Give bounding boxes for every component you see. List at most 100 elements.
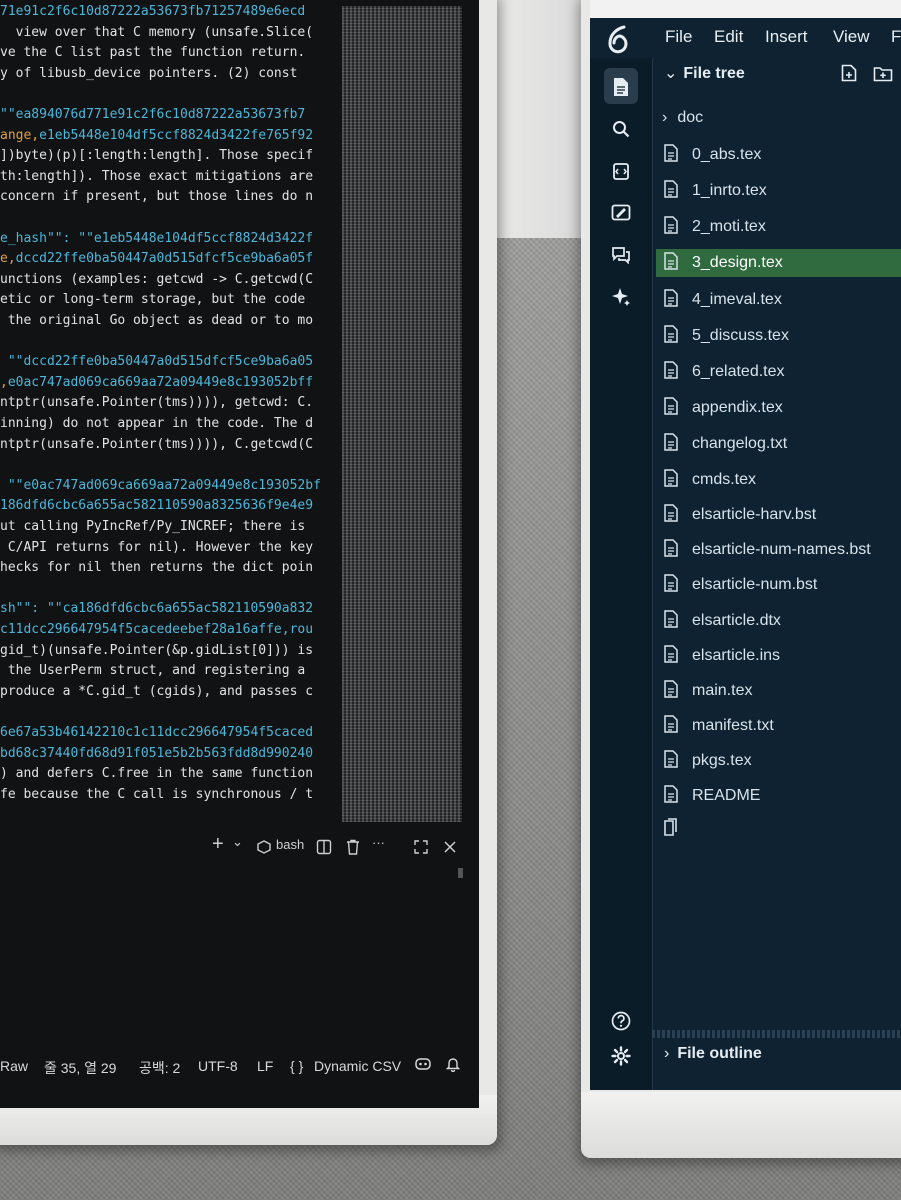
new-terminal-button[interactable]: +	[212, 833, 224, 856]
file-item-label: pkgs.tex	[692, 752, 752, 769]
file-item[interactable]: elsarticle.ins	[656, 642, 901, 670]
code-line: the original Go object as dead or to mo	[0, 311, 313, 331]
new-folder-icon[interactable]	[873, 66, 893, 87]
ai-sparkle-icon[interactable]	[608, 284, 634, 310]
code-string: 186dfd6cbc6a655ac582110590a8325636f9e4e9	[0, 498, 314, 514]
file-item[interactable]: manifest.txt	[656, 712, 901, 740]
file-item-label: main.tex	[692, 682, 753, 699]
file-item[interactable]: 4_imeval.tex	[656, 286, 901, 314]
code-text: fe because the C call is synchronous / t	[0, 786, 314, 802]
file-item[interactable]: elsarticle-num.bst	[656, 571, 901, 599]
code-text: ntptr(unsafe.Pointer(tms)))), C.getcwd(C	[0, 436, 314, 452]
chevron-down-icon[interactable]: ⌄	[232, 834, 243, 850]
file-item[interactable]: elsarticle-harv.bst	[656, 501, 901, 529]
code-text: ])byte)(p)[:length:length]. Those specif	[0, 148, 314, 164]
code-line: 6e67a53b46142210c1c11dcc296647954f5caced	[0, 723, 313, 743]
browser-strip	[590, 0, 901, 18]
terminal-scrollbar[interactable]	[458, 868, 463, 878]
code-line: the UserPerm struct, and registering a	[0, 661, 305, 681]
integrations-icon[interactable]	[608, 158, 634, 184]
code-string: c11dcc296647954f5cacedeebef28a16affe,rou	[0, 622, 314, 637]
trash-icon[interactable]	[344, 832, 362, 862]
file-item-label: 4_imeval.tex	[692, 291, 782, 308]
maximize-icon[interactable]	[412, 832, 430, 862]
file-item[interactable]: pkgs.tex	[656, 747, 901, 775]
copilot-icon[interactable]	[414, 1056, 432, 1075]
file-item[interactable]: changelog.txt	[656, 430, 901, 458]
file-icon	[664, 397, 682, 419]
file-item-label: 5_discuss.tex	[692, 327, 789, 344]
menu-view[interactable]: View	[833, 27, 870, 47]
file-item[interactable]: 6_related.tex	[656, 358, 901, 386]
chat-icon[interactable]	[608, 242, 634, 268]
code-string: sh"": ""ca186dfd6cbc6a655ac582110590a832	[0, 601, 314, 617]
bookmarks-icon	[662, 818, 678, 841]
code-string: e,	[0, 251, 16, 267]
close-icon[interactable]	[441, 832, 459, 862]
file-icon	[664, 715, 682, 737]
file-item[interactable]: elsarticle.dtx	[656, 607, 901, 635]
code-line: ""e0ac747ad069ca669aa72a09449e8c193052bf	[0, 476, 321, 496]
gear-icon[interactable]	[608, 1043, 634, 1069]
more-actions-button[interactable]: ···	[372, 835, 385, 850]
code-editor-screen: 71e91c2f6c10d87222a53673fb71257489e6ecd …	[0, 0, 479, 1108]
review-icon[interactable]	[608, 200, 634, 226]
status-raw[interactable]: Raw	[0, 1058, 28, 1074]
code-text: ve the C list past the function return.	[0, 45, 306, 61]
menu-edit[interactable]: Edit	[714, 27, 743, 47]
menu-format[interactable]: F	[891, 27, 901, 47]
code-editor[interactable]: 71e91c2f6c10d87222a53673fb71257489e6ecd …	[0, 0, 342, 826]
status-encoding[interactable]: UTF-8	[198, 1058, 238, 1074]
help-icon[interactable]	[608, 1008, 634, 1034]
file-tree-header[interactable]: ⌄ File tree	[664, 63, 745, 83]
outline-resize-handle[interactable]	[652, 1030, 901, 1038]
code-text: the original Go object as dead or to mo	[0, 313, 314, 328]
menu-file[interactable]: File	[665, 27, 692, 47]
file-item[interactable]: cmds.tex	[656, 466, 901, 494]
code-line: 186dfd6cbc6a655ac582110590a8325636f9e4e9	[0, 496, 313, 516]
code-line: sh"": ""ca186dfd6cbc6a655ac582110590a832	[0, 599, 313, 619]
status-cursor-position[interactable]: 줄 35, 열 29	[44, 1058, 116, 1078]
file-icon	[664, 216, 682, 238]
status-line-ending[interactable]: LF	[257, 1058, 273, 1074]
file-item[interactable]: 2_moti.tex	[656, 213, 901, 241]
code-line: fe because the C call is synchronous / t	[0, 785, 313, 805]
code-hash: dccd22ffe0ba50447a0d515dfcf5ce9ba6a05f	[15, 251, 314, 267]
file-icon	[664, 469, 682, 491]
status-indentation[interactable]: 공백: 2	[139, 1058, 180, 1078]
folder-doc[interactable]: › doc	[656, 104, 901, 132]
code-text: the UserPerm struct, and registering a	[0, 663, 306, 679]
search-icon[interactable]	[608, 116, 634, 142]
file-icon	[664, 785, 682, 807]
code-line: inning) do not appear in the code. The d	[0, 414, 313, 434]
file-item[interactable]: README	[656, 782, 901, 810]
split-terminal-icon[interactable]	[315, 832, 333, 862]
file-item[interactable]: appendix.tex	[656, 394, 901, 422]
file-item[interactable]: 0_abs.tex	[656, 141, 901, 169]
editor-minimap[interactable]	[342, 6, 462, 822]
file-item[interactable]: 5_discuss.tex	[656, 322, 901, 350]
file-item[interactable]: elsarticle-num-names.bst	[656, 536, 901, 564]
code-line: view over that C memory (unsafe.Slice(	[0, 23, 313, 43]
code-string: ""dccd22ffe0ba50447a0d515dfcf5ce9ba6a05	[0, 354, 314, 370]
shell-label[interactable]: bash	[276, 837, 304, 852]
bell-icon[interactable]	[445, 1056, 461, 1075]
code-text: th:length]). Those exact mitigations are	[0, 168, 314, 184]
code-line: ""ea894076d771e91c2f6c10d87222a53673fb7	[0, 105, 305, 125]
code-text: C/API returns for nil). However the key	[0, 539, 314, 555]
file-icon	[664, 325, 682, 347]
file-outline-header[interactable]: › File outline	[664, 1045, 762, 1063]
file-item-selected[interactable]: 3_design.tex	[656, 249, 901, 277]
file-item[interactable]: main.tex	[656, 677, 901, 705]
status-language-mode[interactable]: Dynamic CSV	[314, 1058, 401, 1074]
file-item-label: README	[692, 787, 761, 804]
overleaf-logo-icon[interactable]	[604, 24, 632, 54]
code-hash: e1eb5448e104df5ccf8824d3422fe765f92	[39, 127, 314, 143]
file-item[interactable]: 1_inrto.tex	[656, 177, 901, 205]
code-line: concern if present, but those lines do n	[0, 187, 313, 207]
code-text: produce a *C.gid_t (cgids), and passes c	[0, 683, 314, 699]
menu-insert[interactable]: Insert	[765, 27, 808, 47]
file-tree-icon[interactable]	[608, 74, 634, 100]
new-file-icon[interactable]	[841, 64, 857, 87]
code-text: ut calling PyIncRef/Py_INCREF; there is	[0, 519, 306, 534]
